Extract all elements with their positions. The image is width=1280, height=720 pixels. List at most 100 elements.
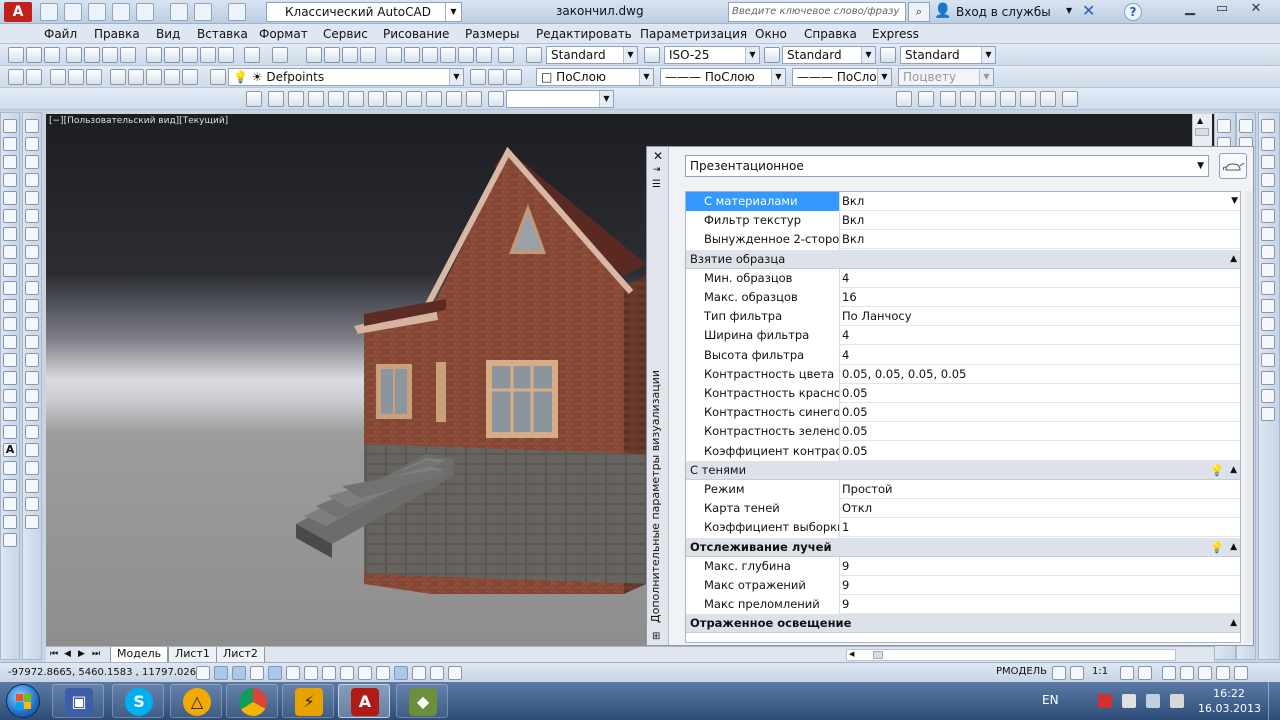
aligned-dim-icon[interactable] bbox=[1261, 137, 1275, 151]
arc-icon[interactable] bbox=[3, 209, 17, 223]
arc-length-icon[interactable] bbox=[1261, 155, 1275, 169]
render-teapot-button[interactable] bbox=[1219, 153, 1247, 179]
menu-insert[interactable]: Вставка bbox=[197, 27, 248, 41]
render-hide-icon[interactable] bbox=[896, 91, 912, 107]
view-left-icon[interactable] bbox=[308, 91, 324, 107]
property-row[interactable]: Макс преломлений 9 bbox=[686, 595, 1240, 614]
property-value[interactable]: 9 bbox=[840, 557, 1240, 576]
union-icon[interactable] bbox=[25, 425, 39, 439]
explode-icon[interactable] bbox=[3, 497, 17, 511]
view-right-icon[interactable] bbox=[328, 91, 344, 107]
angular-icon[interactable] bbox=[1261, 245, 1275, 259]
qnew-icon[interactable] bbox=[40, 3, 58, 21]
menu-edit[interactable]: Правка bbox=[94, 27, 140, 41]
revcloud-icon[interactable] bbox=[3, 245, 17, 259]
undo-icon[interactable] bbox=[244, 47, 260, 63]
taskbar-render-app[interactable]: ◆ bbox=[396, 684, 448, 718]
sweep-icon[interactable] bbox=[25, 515, 39, 529]
isolate-objects-icon[interactable] bbox=[1216, 666, 1230, 680]
markup-icon[interactable] bbox=[458, 47, 474, 63]
render-window-icon[interactable] bbox=[918, 91, 934, 107]
property-value[interactable]: 16 bbox=[840, 288, 1240, 307]
autocad-logo-icon[interactable]: A bbox=[4, 2, 32, 22]
tray-volume-icon[interactable] bbox=[1170, 694, 1184, 708]
open-icon[interactable] bbox=[64, 3, 82, 21]
zoom-previous-icon[interactable] bbox=[360, 47, 376, 63]
autohide-icon[interactable]: ⇥ bbox=[653, 165, 661, 175]
help-icon[interactable] bbox=[498, 47, 514, 63]
polygon-icon[interactable] bbox=[3, 173, 17, 187]
ducs-icon[interactable] bbox=[340, 666, 354, 680]
close-button[interactable]: ✕ bbox=[1240, 0, 1272, 20]
scale-icon[interactable] bbox=[25, 245, 39, 259]
properties-menu-icon[interactable]: ☰ bbox=[652, 179, 661, 190]
lightbulb-icon[interactable]: 💡 bbox=[1210, 462, 1224, 480]
property-value[interactable]: 9 bbox=[840, 576, 1240, 595]
layer-to-current-icon[interactable] bbox=[470, 69, 486, 85]
offset-icon[interactable] bbox=[25, 173, 39, 187]
layer-lock-icon[interactable] bbox=[164, 69, 180, 85]
dyn-icon[interactable] bbox=[358, 666, 372, 680]
camera-icon[interactable] bbox=[466, 91, 482, 107]
mapping-icon[interactable] bbox=[1000, 91, 1016, 107]
coordinates-readout[interactable]: -97972.8665, 5460.1583 , 11797.0267 bbox=[8, 667, 202, 678]
exchange-icon[interactable]: ✕ bbox=[1082, 1, 1095, 20]
blend-icon[interactable] bbox=[25, 389, 39, 403]
property-row[interactable]: Коэффициент выборки 1 bbox=[686, 518, 1240, 537]
polyline-icon[interactable] bbox=[3, 155, 17, 169]
property-row[interactable]: Ширина фильтра 4 bbox=[686, 326, 1240, 345]
property-value[interactable]: Вкл bbox=[840, 230, 1240, 249]
property-row[interactable]: Контрастность синего 0.05 bbox=[686, 403, 1240, 422]
maximize-button[interactable]: ▭ bbox=[1206, 0, 1238, 20]
property-value[interactable]: 4 bbox=[840, 346, 1240, 365]
inspection-icon[interactable] bbox=[1261, 389, 1275, 403]
scroll-thumb[interactable] bbox=[1195, 128, 1209, 136]
text-style-select[interactable]: Standard ▼ bbox=[546, 46, 638, 64]
view-bottom-icon[interactable] bbox=[288, 91, 304, 107]
matchprop-icon[interactable] bbox=[200, 47, 216, 63]
quick-dim-icon[interactable] bbox=[1261, 263, 1275, 277]
property-category[interactable]: Взятие образца ▲ bbox=[686, 250, 1240, 269]
baseline-icon[interactable] bbox=[1261, 281, 1275, 295]
fillet-icon[interactable] bbox=[25, 371, 39, 385]
ellipse-icon[interactable] bbox=[3, 281, 17, 295]
tpy-icon[interactable] bbox=[394, 666, 408, 680]
trim-icon[interactable] bbox=[25, 281, 39, 295]
taskbar-save-app[interactable]: ▣ bbox=[52, 684, 104, 718]
materials-browser-icon[interactable] bbox=[980, 91, 996, 107]
stretch-icon[interactable] bbox=[25, 263, 39, 277]
publish-icon[interactable] bbox=[102, 47, 118, 63]
named-views-icon[interactable] bbox=[488, 91, 504, 107]
mleader-style-select[interactable]: Standard ▼ bbox=[900, 46, 996, 64]
environment-icon[interactable] bbox=[1062, 91, 1078, 107]
collapse-icon[interactable]: ▲ bbox=[1230, 538, 1237, 556]
taskbar-skype[interactable]: S bbox=[112, 684, 164, 718]
dim-style-icon[interactable] bbox=[644, 47, 660, 63]
3d-print-icon[interactable] bbox=[120, 47, 136, 63]
render-settings-icon[interactable] bbox=[1040, 91, 1056, 107]
lights-icon[interactable] bbox=[940, 91, 956, 107]
property-row[interactable]: Вынужденное 2-сторо... Вкл bbox=[686, 230, 1240, 249]
menu-window[interactable]: Окно bbox=[755, 27, 787, 41]
layer-isolate-icon[interactable] bbox=[68, 69, 84, 85]
dim-break-icon[interactable] bbox=[1261, 335, 1275, 349]
property-value[interactable]: Откл bbox=[840, 499, 1240, 518]
layer-freeze-icon[interactable] bbox=[146, 69, 162, 85]
mleader-style-icon[interactable] bbox=[880, 47, 896, 63]
property-value[interactable]: 0.05 bbox=[840, 403, 1240, 422]
menu-dimension[interactable]: Размеры bbox=[465, 27, 520, 41]
otrack-icon[interactable] bbox=[322, 666, 336, 680]
palette-scrollbar[interactable] bbox=[1245, 191, 1253, 643]
save-icon[interactable] bbox=[88, 3, 106, 21]
tab-sheet1[interactable]: Лист1 bbox=[168, 647, 217, 663]
menu-draw[interactable]: Рисование bbox=[383, 27, 449, 41]
osnap-icon[interactable] bbox=[286, 666, 300, 680]
design-center-icon[interactable] bbox=[404, 47, 420, 63]
tool-palettes-icon[interactable] bbox=[422, 47, 438, 63]
gradient-icon[interactable] bbox=[3, 389, 17, 403]
property-row[interactable]: Макс. образцов 16 bbox=[686, 288, 1240, 307]
copy-object-icon[interactable] bbox=[3, 515, 17, 529]
tray-network-icon[interactable] bbox=[1146, 694, 1160, 708]
plot-style-select[interactable]: Поцвету ▼ bbox=[898, 68, 994, 86]
layer-unisolate-icon[interactable] bbox=[86, 69, 102, 85]
